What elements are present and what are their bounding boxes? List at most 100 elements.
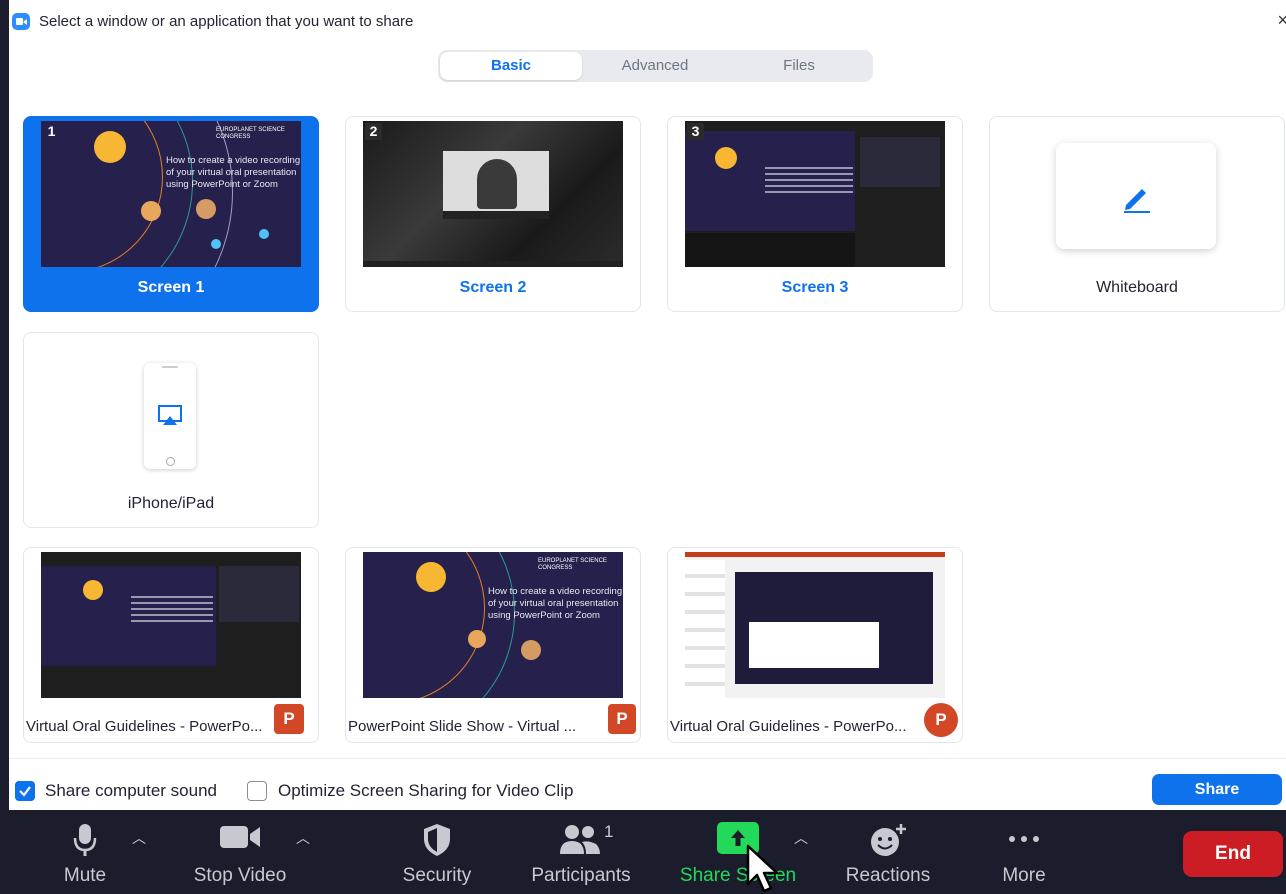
screen-number: 2 — [365, 123, 382, 140]
sun-planet — [83, 580, 103, 600]
phone-speaker — [162, 366, 178, 368]
slide-logo: EUROPLANET SCIENCE CONGRESS — [538, 558, 607, 571]
screen-3-thumbnail: 3 — [685, 121, 945, 267]
reactions-button[interactable]: Reactions — [836, 810, 940, 893]
screen-3-card[interactable]: 3 Screen 3 — [667, 116, 963, 312]
tab-advanced[interactable]: Advanced — [584, 52, 726, 80]
video-camera-icon — [220, 826, 260, 848]
screen-2-card[interactable]: 2 Screen 2 — [345, 116, 641, 312]
powerpoint-doc-icon: P — [608, 704, 636, 734]
app-thumbnail — [41, 552, 301, 698]
share-sound-checkbox[interactable] — [15, 781, 35, 801]
participants-icon — [560, 825, 600, 854]
video-options-chevron-icon[interactable]: ︿ — [296, 828, 310, 848]
pen-icon — [1124, 189, 1150, 213]
video-window — [443, 151, 549, 219]
mute-label: Mute — [63, 865, 107, 886]
reactions-label: Reactions — [845, 865, 931, 886]
tab-files[interactable]: Files — [728, 52, 870, 80]
iphone-ipad-label: iPhone/iPad — [127, 495, 215, 512]
slide-text-lines — [765, 167, 853, 197]
slide-title-text: How to create a video recording of your … — [488, 586, 623, 621]
screen-1-thumbnail: EUROPLANET SCIENCE CONGRESS How to creat… — [41, 121, 301, 267]
screen-3-label: Screen 3 — [781, 279, 849, 296]
share-options-chevron-icon[interactable]: ︿ — [794, 828, 808, 848]
dialog-title: Select a window or an application that y… — [39, 13, 414, 30]
participants-count: 1 — [604, 822, 614, 841]
share-button[interactable]: Share — [1152, 774, 1282, 805]
presenter-controls — [685, 233, 855, 267]
more-label: More — [1002, 865, 1046, 886]
planet — [211, 239, 221, 249]
share-tabs: Basic Advanced Files — [438, 50, 873, 82]
orbit-line — [41, 121, 233, 267]
participants-button[interactable]: 1 Participants — [522, 810, 640, 893]
planet — [141, 201, 161, 221]
person-silhouette — [477, 159, 517, 209]
ribbon-bar — [685, 552, 945, 557]
planet — [259, 229, 269, 239]
zoom-logo-icon — [12, 13, 30, 30]
whiteboard-card[interactable]: Whiteboard — [989, 116, 1285, 312]
shield-icon — [424, 824, 450, 856]
emoji-plus-icon — [871, 824, 906, 856]
app-card-powerpoint-editor[interactable]: Virtual Oral Guidelines - PowerPo... P — [23, 547, 319, 743]
planet — [196, 199, 216, 219]
app-card-powerpoint-window[interactable]: Virtual Oral Guidelines - PowerPo... P — [667, 547, 963, 743]
side-panel — [219, 566, 299, 622]
slide-title-text: How to create a video recording of your … — [166, 155, 301, 190]
app-card-slide-show[interactable]: EUROPLANET SCIENCE CONGRESS How to creat… — [345, 547, 641, 743]
whiteboard-preview — [1056, 143, 1216, 249]
screen-number: 3 — [687, 123, 704, 140]
slide-preview — [685, 131, 855, 231]
stop-video-label: Stop Video — [193, 865, 287, 886]
planet — [521, 640, 541, 660]
whiteboard-label: Whiteboard — [1096, 279, 1178, 296]
security-label: Security — [402, 865, 472, 886]
optimize-video-label: Optimize Screen Sharing for Video Clip — [278, 781, 574, 800]
tab-basic[interactable]: Basic — [440, 52, 582, 80]
screen-2-label: Screen 2 — [459, 279, 527, 296]
mouse-cursor-icon — [746, 844, 779, 893]
dialog-footer: Share computer sound Optimize Screen Sha… — [9, 758, 1286, 810]
slide-logo: EUROPLANET SCIENCE CONGRESS — [216, 127, 285, 140]
slide-preview — [41, 566, 216, 666]
slide-thumbnails-pane — [685, 560, 725, 698]
embedded-window — [749, 622, 879, 668]
optimize-video-checkbox[interactable] — [247, 781, 267, 801]
more-button[interactable]: More — [984, 810, 1064, 893]
phone-home-button — [166, 457, 175, 466]
app-thumbnail — [685, 552, 945, 698]
sun-planet — [715, 147, 737, 169]
video-toolbar — [443, 211, 549, 219]
microphone-icon — [73, 824, 97, 856]
title-bar: Select a window or an application that y… — [9, 0, 1286, 42]
screen-number: 1 — [47, 123, 56, 139]
airplay-icon — [158, 405, 182, 425]
powerpoint-round-icon: P — [924, 703, 958, 737]
taskbar — [363, 261, 623, 267]
app-label: PowerPoint Slide Show - Virtual ... — [348, 718, 577, 735]
stop-video-button[interactable]: Stop Video — [180, 810, 300, 893]
close-icon[interactable]: × — [1277, 10, 1286, 31]
slide-text-lines — [131, 596, 213, 626]
sun-planet — [416, 562, 446, 592]
iphone-ipad-card[interactable]: iPhone/iPad — [23, 332, 319, 528]
app-label: Virtual Oral Guidelines - PowerPo... — [26, 718, 263, 735]
app-thumbnail: EUROPLANET SCIENCE CONGRESS How to creat… — [363, 552, 623, 698]
sun-planet — [94, 131, 126, 163]
mute-button[interactable]: Mute — [40, 810, 130, 893]
more-icon — [1009, 836, 1039, 842]
participants-label: Participants — [531, 865, 631, 886]
screen-2-thumbnail: 2 — [363, 121, 623, 267]
mute-options-chevron-icon[interactable]: ︿ — [132, 828, 146, 848]
side-panel — [860, 137, 940, 187]
planet — [468, 630, 486, 648]
end-meeting-button[interactable]: End — [1183, 831, 1283, 877]
security-button[interactable]: Security — [390, 810, 484, 893]
share-sound-label: Share computer sound — [45, 781, 217, 800]
share-dialog: Select a window or an application that y… — [9, 0, 1286, 810]
slide-preview — [735, 572, 933, 684]
screen-1-card[interactable]: EUROPLANET SCIENCE CONGRESS How to creat… — [23, 116, 319, 312]
screen-1-label: Screen 1 — [137, 279, 205, 296]
